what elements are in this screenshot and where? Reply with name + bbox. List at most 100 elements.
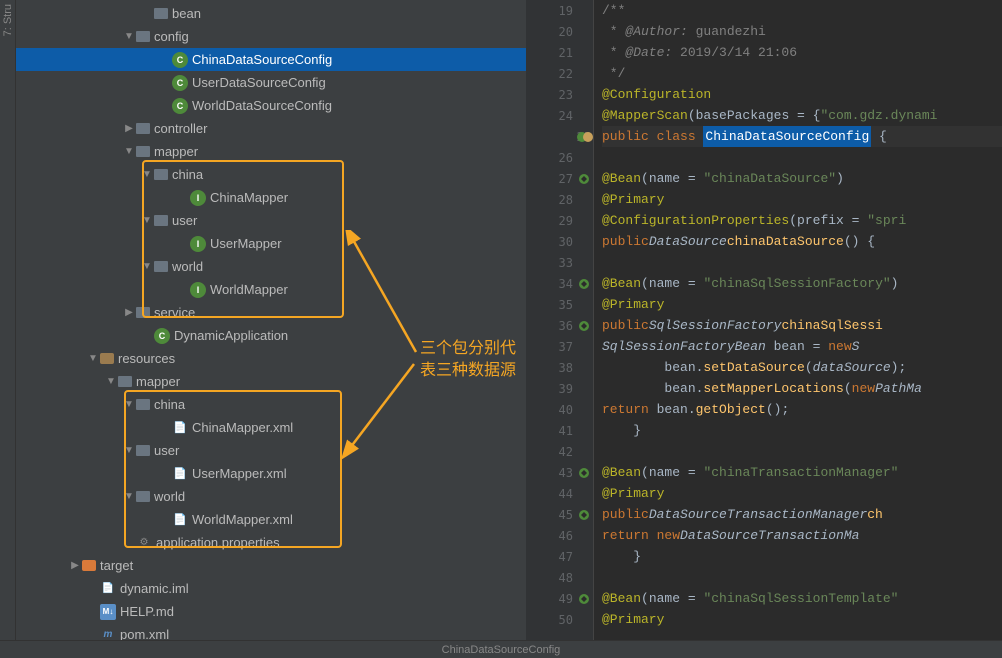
expand-arrow-icon[interactable] <box>122 146 136 157</box>
expand-arrow-icon[interactable] <box>122 491 136 502</box>
code-editor[interactable]: 1920212223242526272829303334353637383940… <box>526 0 1002 640</box>
code-line[interactable]: @Bean(name = "chinaSqlSessionFactory") <box>602 273 1002 294</box>
line-number[interactable]: 44 <box>526 483 593 504</box>
tree-item-pom-xml[interactable]: mpom.xml <box>16 623 526 640</box>
tree-item-controller[interactable]: controller <box>16 117 526 140</box>
code-line[interactable]: public class ChinaDataSourceConfig { <box>602 126 1002 147</box>
line-number[interactable]: 25 <box>526 126 593 147</box>
code-line[interactable]: public SqlSessionFactory chinaSqlSessi <box>602 315 1002 336</box>
code-line[interactable]: * @Author: guandezhi <box>602 21 1002 42</box>
bean-gutter-icon[interactable] <box>577 319 591 333</box>
expand-arrow-icon[interactable] <box>140 261 154 272</box>
structure-tool-label[interactable]: 7: Stru <box>0 0 16 40</box>
line-number[interactable]: 22 <box>526 63 593 84</box>
code-line[interactable]: @Bean(name = "chinaSqlSessionTemplate" <box>602 588 1002 609</box>
code-line[interactable]: SqlSessionFactoryBean bean = new S <box>602 336 1002 357</box>
tree-item-user[interactable]: user <box>16 209 526 232</box>
line-number[interactable]: 40 <box>526 399 593 420</box>
tree-item-china[interactable]: china <box>16 393 526 416</box>
bean-gutter-icon[interactable] <box>577 277 591 291</box>
code-line[interactable]: bean.setDataSource(dataSource); <box>602 357 1002 378</box>
line-number[interactable]: 35 <box>526 294 593 315</box>
code-line[interactable]: */ <box>602 63 1002 84</box>
line-number[interactable]: 34 <box>526 273 593 294</box>
code-line[interactable]: @ConfigurationProperties(prefix = "spri <box>602 210 1002 231</box>
tree-item-chinamapper[interactable]: IChinaMapper <box>16 186 526 209</box>
code-line[interactable]: } <box>602 546 1002 567</box>
bean-gutter-icon[interactable] <box>577 508 591 522</box>
expand-arrow-icon[interactable] <box>68 560 82 571</box>
bean-gutter-icon[interactable] <box>577 466 591 480</box>
code-line[interactable]: @Primary <box>602 189 1002 210</box>
line-number[interactable]: 49 <box>526 588 593 609</box>
tree-item-usermapper-xml[interactable]: 📄UserMapper.xml <box>16 462 526 485</box>
tree-item-mapper[interactable]: mapper <box>16 370 526 393</box>
code-line[interactable] <box>602 252 1002 273</box>
tree-item-config[interactable]: config <box>16 25 526 48</box>
line-number[interactable]: 43 <box>526 462 593 483</box>
class-gutter-icon[interactable] <box>577 130 591 144</box>
tree-item-chinadatasourceconfig[interactable]: CChinaDataSourceConfig <box>16 48 526 71</box>
tree-item-worldmapper[interactable]: IWorldMapper <box>16 278 526 301</box>
expand-arrow-icon[interactable] <box>122 399 136 410</box>
code-line[interactable]: bean.setMapperLocations(new PathMa <box>602 378 1002 399</box>
tree-item-usermapper[interactable]: IUserMapper <box>16 232 526 255</box>
line-number[interactable]: 36 <box>526 315 593 336</box>
expand-arrow-icon[interactable] <box>140 169 154 180</box>
line-number[interactable]: 21 <box>526 42 593 63</box>
code-line[interactable] <box>602 567 1002 588</box>
tree-item-target[interactable]: target <box>16 554 526 577</box>
tree-item-dynamic-iml[interactable]: 📄dynamic.iml <box>16 577 526 600</box>
code-line[interactable]: return bean.getObject(); <box>602 399 1002 420</box>
bean-gutter-icon[interactable] <box>577 172 591 186</box>
code-line[interactable] <box>602 441 1002 462</box>
line-number[interactable]: 46 <box>526 525 593 546</box>
line-number[interactable]: 33 <box>526 252 593 273</box>
expand-arrow-icon[interactable] <box>140 215 154 226</box>
editor-code-area[interactable]: /** * @Author: guandezhi * @Date: 2019/3… <box>594 0 1002 640</box>
tree-item-user[interactable]: user <box>16 439 526 462</box>
code-line[interactable]: @MapperScan(basePackages = {"com.gdz.dyn… <box>602 105 1002 126</box>
code-line[interactable]: @Bean(name = "chinaDataSource") <box>602 168 1002 189</box>
line-number[interactable]: 45 <box>526 504 593 525</box>
tree-item-userdatasourceconfig[interactable]: CUserDataSourceConfig <box>16 71 526 94</box>
code-line[interactable]: return new DataSourceTransactionMa <box>602 525 1002 546</box>
tree-item-service[interactable]: service <box>16 301 526 324</box>
code-line[interactable]: @Configuration <box>602 84 1002 105</box>
code-line[interactable]: } <box>602 420 1002 441</box>
line-number[interactable]: 20 <box>526 21 593 42</box>
line-number[interactable]: 30 <box>526 231 593 252</box>
tree-item-help-md[interactable]: M↓HELP.md <box>16 600 526 623</box>
tree-item-world[interactable]: world <box>16 485 526 508</box>
code-line[interactable]: @Bean(name = "chinaTransactionManager" <box>602 462 1002 483</box>
tree-item-dynamicapplication[interactable]: CDynamicApplication <box>16 324 526 347</box>
expand-arrow-icon[interactable] <box>86 353 100 364</box>
tree-item-world[interactable]: world <box>16 255 526 278</box>
tree-item-china[interactable]: china <box>16 163 526 186</box>
line-number[interactable]: 28 <box>526 189 593 210</box>
code-line[interactable]: public DataSource chinaDataSource() { <box>602 231 1002 252</box>
code-line[interactable]: @Primary <box>602 294 1002 315</box>
code-line[interactable] <box>602 147 1002 168</box>
line-number[interactable]: 41 <box>526 420 593 441</box>
line-number[interactable]: 23 <box>526 84 593 105</box>
line-number[interactable]: 19 <box>526 0 593 21</box>
code-line[interactable]: * @Date: 2019/3/14 21:06 <box>602 42 1002 63</box>
line-number[interactable]: 48 <box>526 567 593 588</box>
line-number[interactable]: 47 <box>526 546 593 567</box>
tree-item-chinamapper-xml[interactable]: 📄ChinaMapper.xml <box>16 416 526 439</box>
line-number[interactable]: 42 <box>526 441 593 462</box>
code-line[interactable]: @Primary <box>602 483 1002 504</box>
code-line[interactable]: @Primary <box>602 609 1002 630</box>
tree-item-worlddatasourceconfig[interactable]: CWorldDataSourceConfig <box>16 94 526 117</box>
tree-item-application-properties[interactable]: ⚙application.properties <box>16 531 526 554</box>
line-number[interactable]: 50 <box>526 609 593 630</box>
expand-arrow-icon[interactable] <box>122 123 136 134</box>
expand-arrow-icon[interactable] <box>122 307 136 318</box>
line-number[interactable]: 38 <box>526 357 593 378</box>
breadcrumb-item[interactable]: ChinaDataSourceConfig <box>442 644 561 656</box>
code-line[interactable]: public DataSourceTransactionManager ch <box>602 504 1002 525</box>
expand-arrow-icon[interactable] <box>122 31 136 42</box>
line-number[interactable]: 24 <box>526 105 593 126</box>
tree-item-bean[interactable]: bean <box>16 2 526 25</box>
